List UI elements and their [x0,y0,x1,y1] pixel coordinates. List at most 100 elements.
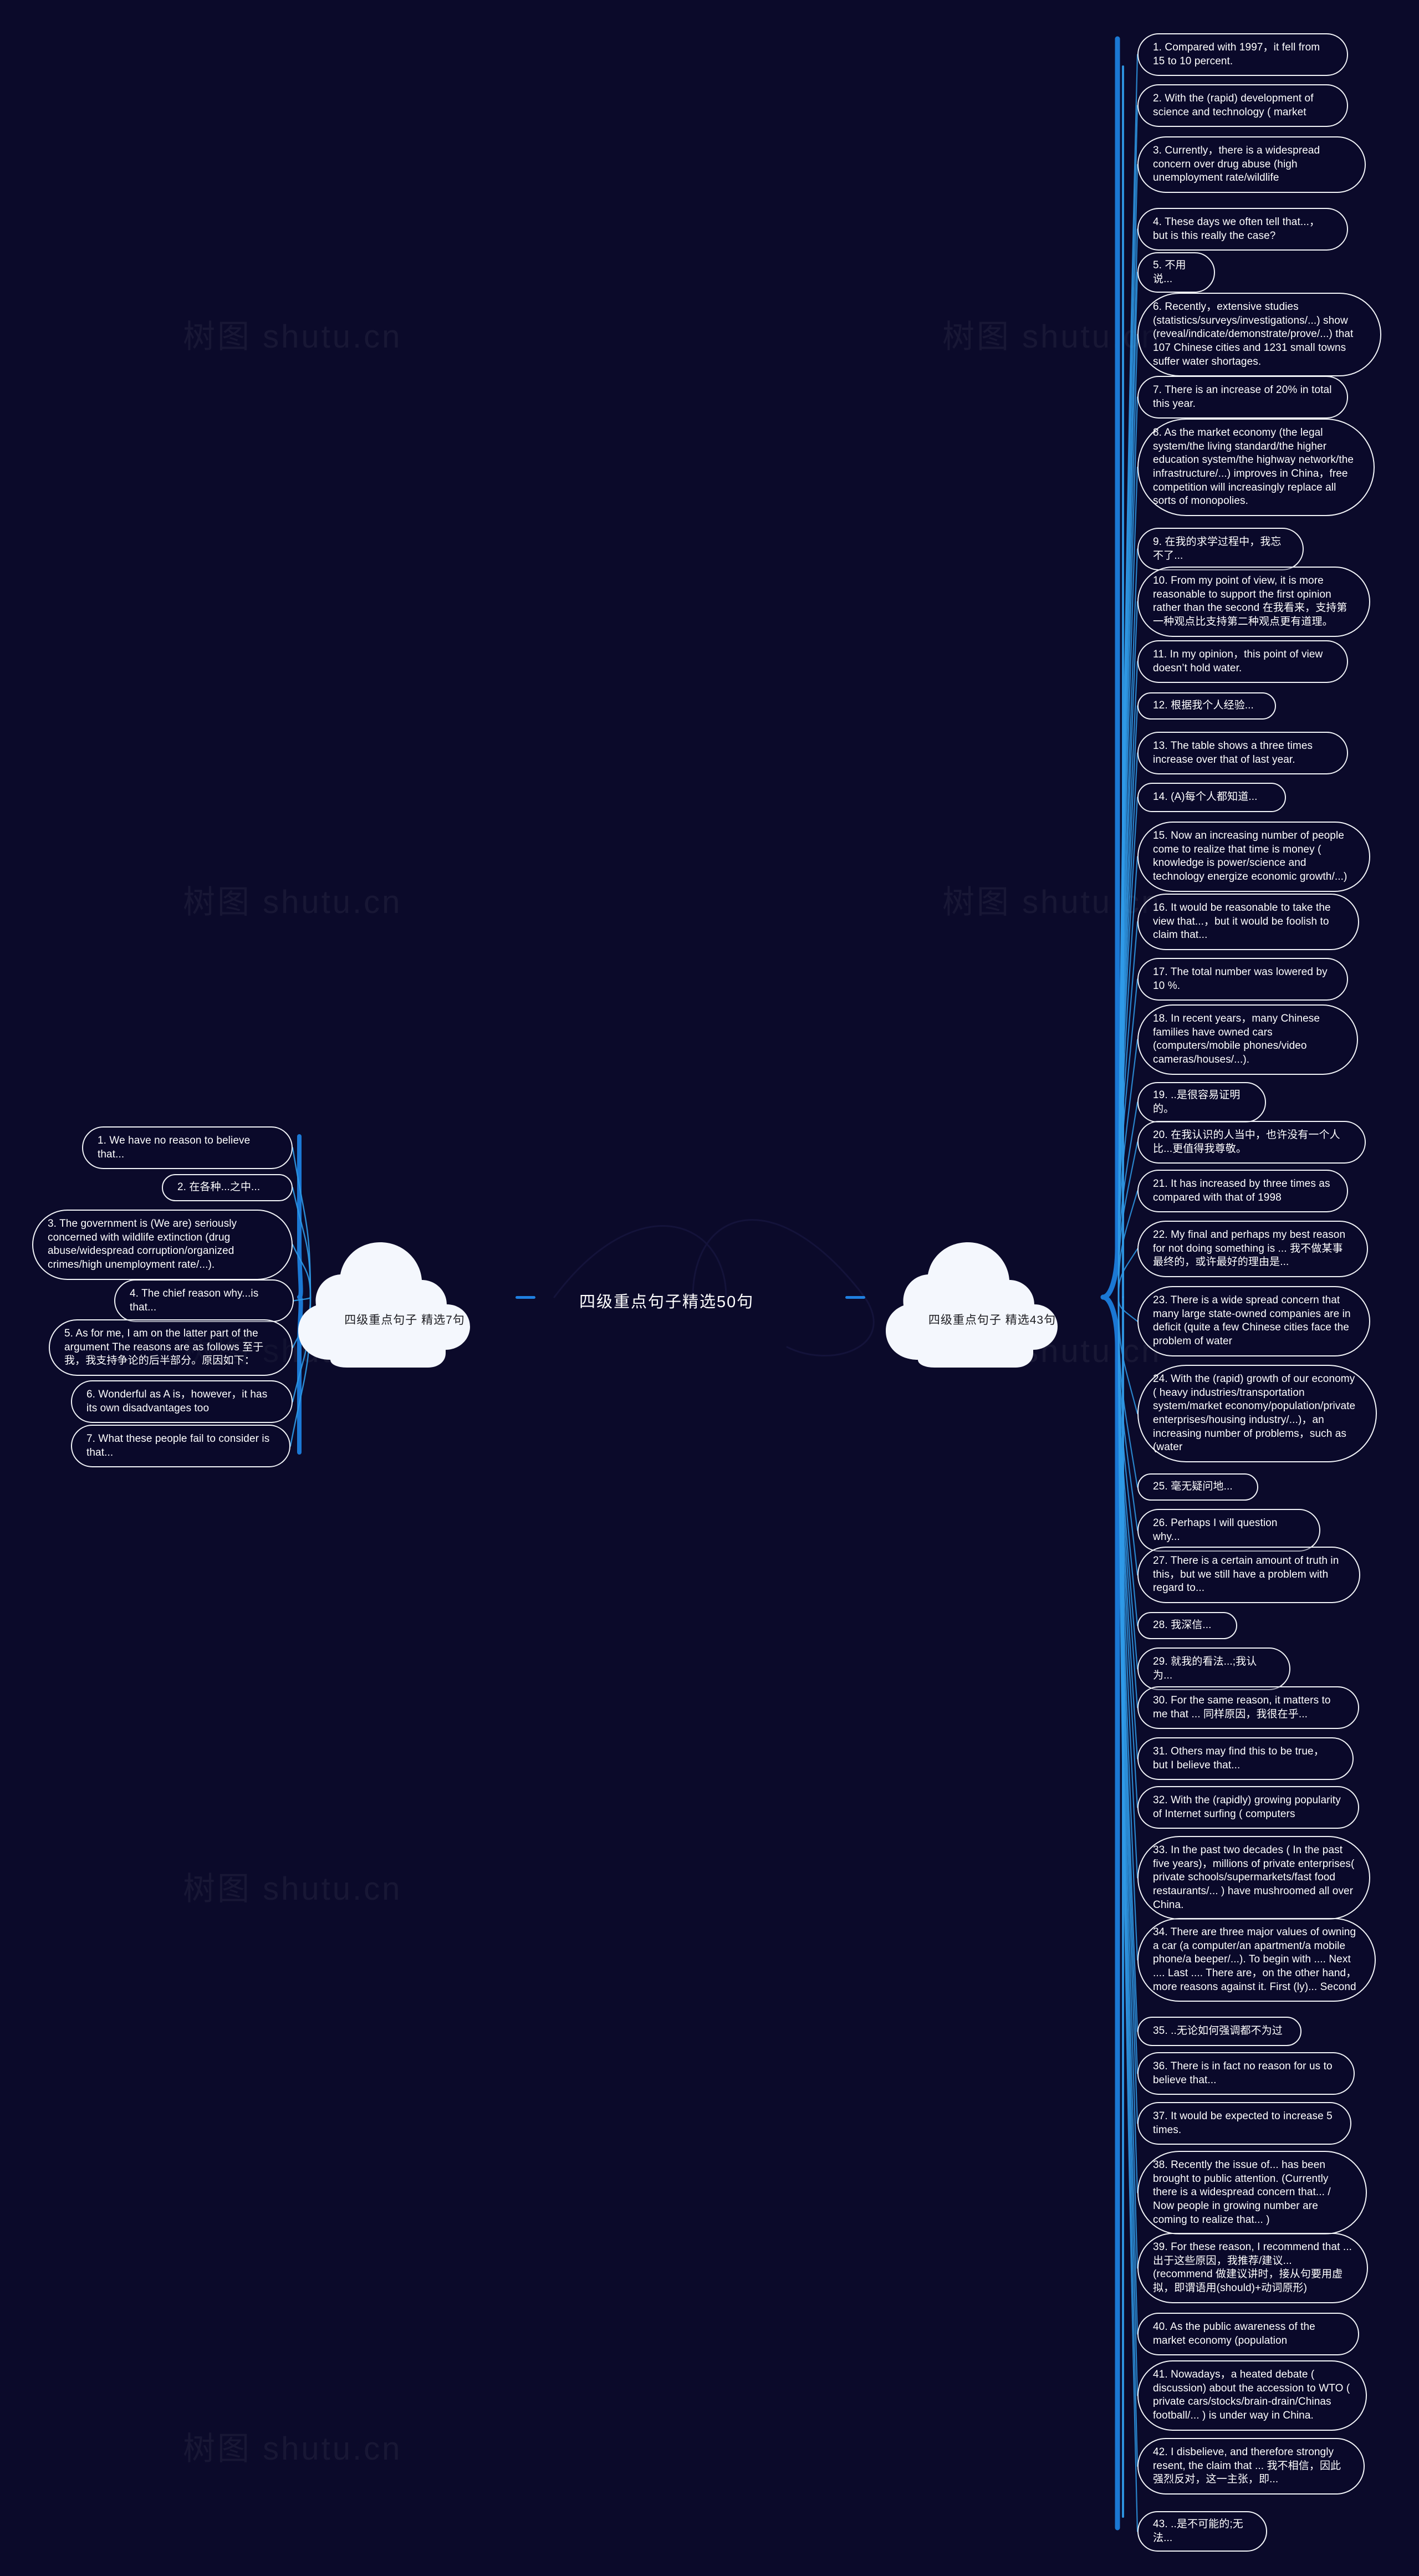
right-node-18[interactable]: 18. In recent years，many Chinese familie… [1137,1004,1358,1075]
connector [1117,164,1139,1298]
right-node-30[interactable]: 30. For the same reason, it matters to m… [1137,1686,1359,1730]
node-label: 4. The chief reason why...is that... [130,1288,259,1313]
connector [1117,705,1139,1298]
node-label: 1. Compared with 1997，it fell from 15 to… [1153,42,1320,67]
connector [1117,752,1139,1298]
left-node-3[interactable]: 3. The government is (We are) seriously … [32,1210,293,1280]
right-node-36[interactable]: 36. There is in fact no reason for us to… [1137,2052,1355,2095]
right-node-31[interactable]: 31. Others may find this to be true，but … [1137,1737,1354,1781]
right-node-14[interactable]: 14. (A)每个人都知道... [1137,783,1286,812]
connector [1117,1296,1139,2532]
node-label: 23. There is a wide spread concern that … [1153,1294,1351,1348]
right-node-17[interactable]: 17. The total number was lowered by 10 %… [1137,958,1348,1001]
right-node-21[interactable]: 21. It has increased by three times as c… [1137,1170,1348,1213]
left-node-1[interactable]: 1. We have no reason to believe that... [82,1126,293,1170]
node-label: 16. It would be reasonable to take the v… [1153,902,1331,941]
branch-topic-right-label: 四级重点句子 精选43句 [928,1314,1056,1327]
node-label: 36. There is in fact no reason for us to… [1153,2060,1333,2086]
right-node-23[interactable]: 23. There is a wide spread concern that … [1137,1286,1370,1356]
right-node-22[interactable]: 22. My final and perhaps my best reason … [1137,1221,1368,1278]
connector [1117,1101,1139,1298]
left-node-2[interactable]: 2. 在各种...之中... [162,1174,293,1201]
node-label: 19. ..是很容易证明的。 [1153,1089,1241,1115]
connector [1117,1296,1139,1759]
connector [1117,1296,1139,2124]
right-node-20[interactable]: 20. 在我认识的人当中，也许没有一个人比...更值得我尊敬。 [1137,1121,1366,1164]
branch-topic-left-label: 四级重点句子 精选7句 [344,1314,465,1327]
watermark: 树图 shutu.cn [942,884,1162,920]
right-node-15[interactable]: 15. Now an increasing number of people c… [1137,822,1370,892]
node-label: 24. With the (rapid) growth of our econo… [1153,1373,1356,1453]
connector [553,1225,727,1298]
right-node-24[interactable]: 24. With the (rapid) growth of our econo… [1137,1365,1377,1463]
connector [1117,105,1139,1298]
node-label: 3. The government is (We are) seriously … [48,1218,237,1271]
node-label: 40. As the public awareness of the marke… [1153,2321,1315,2347]
watermark: 树图 shutu.cn [183,319,402,355]
right-node-1[interactable]: 1. Compared with 1997，it fell from 15 to… [1137,33,1348,76]
connector [1117,1296,1139,2074]
node-label: 2. With the (rapid) development of scien… [1153,93,1314,118]
watermark: 树图 shutu.cn [942,319,1162,355]
connector [1117,797,1139,1298]
connector [1117,1296,1139,2194]
right-node-11[interactable]: 11. In my opinion，this point of view doe… [1137,640,1348,683]
right-node-4[interactable]: 4. These days we often tell that...，but … [1137,208,1348,251]
right-node-28[interactable]: 28. 我深信... [1137,1612,1237,1639]
right-node-37[interactable]: 37. It would be expected to increase 5 t… [1137,2102,1351,2145]
right-node-8[interactable]: 8. As the market economy (the legal syst… [1137,419,1375,517]
right-node-33[interactable]: 33. In the past two decades ( In the pas… [1137,1836,1370,1920]
branch-topic-left[interactable]: 四级重点句子 精选7句 [294,1222,515,1372]
right-node-3[interactable]: 3. Currently，there is a widespread conce… [1137,136,1366,193]
node-label: 6. Wonderful as A is，however，it has its … [86,1389,268,1414]
connector [1117,1190,1139,1298]
connector [1117,1248,1139,1298]
right-node-35[interactable]: 35. ..无论如何强调都不为过 [1137,2017,1301,2046]
node-label: 39. For these reason, I recommend that .… [1153,2241,1352,2294]
right-node-39[interactable]: 39. For these reason, I recommend that .… [1137,2233,1368,2303]
right-node-5[interactable]: 5. 不用说... [1137,252,1215,293]
node-label: 21. It has increased by three times as c… [1153,1178,1330,1203]
right-node-26[interactable]: 26. Perhaps I will question why... [1137,1509,1320,1552]
right-node-2[interactable]: 2. With the (rapid) development of scien… [1137,84,1348,127]
right-node-19[interactable]: 19. ..是很容易证明的。 [1137,1082,1266,1123]
node-label: 30. For the same reason, it matters to m… [1153,1695,1331,1720]
right-node-34[interactable]: 34. There are three major values of owni… [1137,1918,1376,2002]
left-node-4[interactable]: 4. The chief reason why...is that... [114,1279,294,1323]
right-node-41[interactable]: 41. Nowadays，a heated debate ( discussio… [1137,2360,1367,2431]
left-node-7[interactable]: 7. What these people fail to consider is… [71,1425,290,1468]
node-label: 5. As for me, I am on the latter part of… [64,1328,264,1367]
left-node-6[interactable]: 6. Wonderful as A is，however，it has its … [71,1380,293,1424]
node-label: 11. In my opinion，this point of view doe… [1153,649,1323,674]
right-node-29[interactable]: 29. 就我的看法...;我认为... [1137,1647,1290,1691]
right-node-16[interactable]: 16. It would be reasonable to take the v… [1137,894,1359,951]
right-node-12[interactable]: 12. 根据我个人经验... [1137,692,1276,720]
right-node-7[interactable]: 7. There is an increase of 20% in total … [1137,376,1348,419]
right-node-38[interactable]: 38. Recently the issue of... has been br… [1137,2151,1367,2235]
right-node-32[interactable]: 32. With the (rapidly) growing popularit… [1137,1786,1359,1829]
root-title[interactable]: 四级重点句子精选50句 [579,1289,754,1312]
right-node-42[interactable]: 42. I disbelieve, and therefore strongly… [1137,2438,1365,2495]
right-node-27[interactable]: 27. There is a certain amount of truth i… [1137,1547,1360,1604]
left-node-5[interactable]: 5. As for me, I am on the latter part of… [49,1319,293,1376]
node-label: 15. Now an increasing number of people c… [1153,830,1347,883]
link-stub-left [515,1296,535,1299]
connector [1117,1039,1139,1298]
node-label: 22. My final and perhaps my best reason … [1153,1229,1346,1268]
branch-topic-right[interactable]: 四级重点句子 精选43句 [881,1222,1103,1372]
connector [1117,1296,1139,1488]
watermark: 树图 shutu.cn [183,1871,402,1907]
right-node-9[interactable]: 9. 在我的求学过程中，我忘不了... [1137,528,1304,571]
link-stub-right [845,1296,865,1299]
right-node-10[interactable]: 10. From my point of view, it is more re… [1137,567,1370,637]
right-node-6[interactable]: 6. Recently，extensive studies (statistic… [1137,293,1381,377]
node-label: 14. (A)每个人都知道... [1153,791,1258,803]
right-node-40[interactable]: 40. As the public awareness of the marke… [1137,2313,1359,2356]
connector [1117,1296,1139,1961]
connector [1117,1296,1139,1322]
node-label: 4. These days we often tell that...，but … [1153,216,1320,242]
right-node-13[interactable]: 13. The table shows a three times increa… [1137,732,1348,775]
right-node-43[interactable]: 43. ..是不可能的;无法... [1137,2511,1267,2552]
node-label: 17. The total number was lowered by 10 %… [1153,966,1328,992]
right-node-25[interactable]: 25. 毫无疑问地... [1137,1473,1258,1501]
